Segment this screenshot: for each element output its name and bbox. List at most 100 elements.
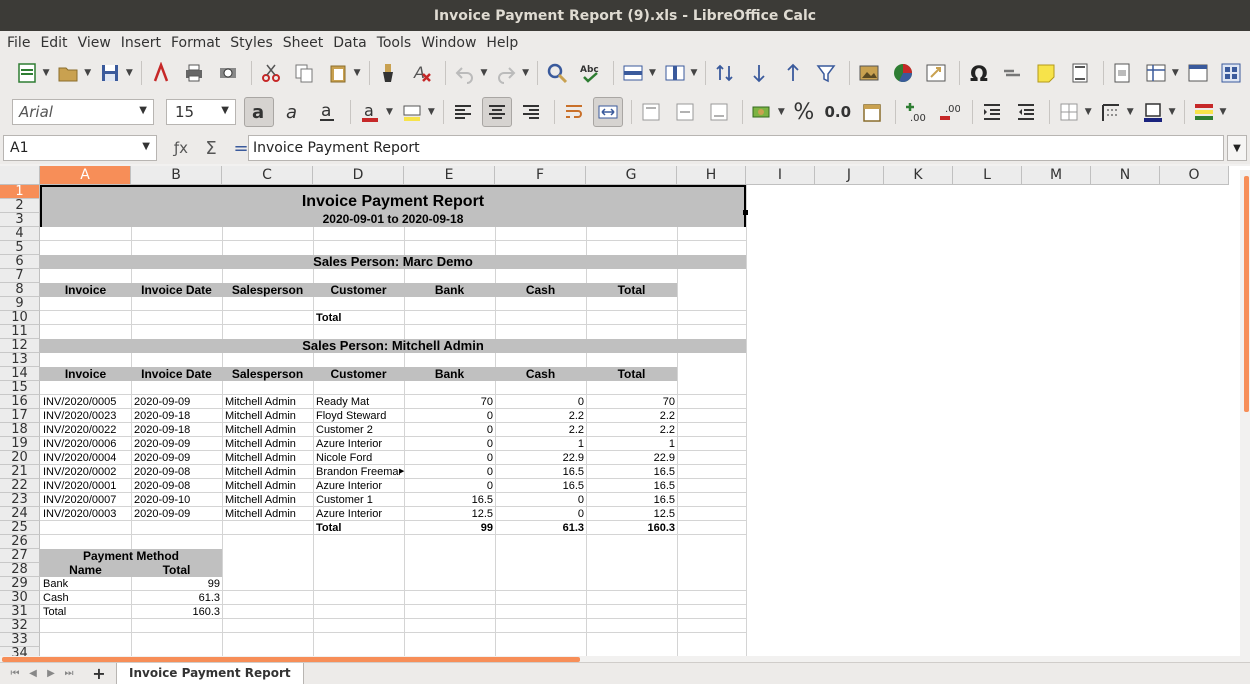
table-header[interactable]: Salesperson — [222, 282, 313, 298]
cash-cell[interactable]: 0 — [495, 507, 584, 521]
bank-cell[interactable]: 12.5 — [404, 507, 493, 521]
split-window-button[interactable] — [1183, 58, 1213, 88]
customer-cell[interactable]: Brandon Freeman — [316, 465, 400, 479]
row-header-12[interactable]: 12 — [0, 339, 40, 353]
row-header-7[interactable]: 7 — [0, 269, 40, 283]
salesperson-cell[interactable]: Mitchell Admin — [225, 409, 313, 423]
number-format-button[interactable]: 0.0 — [823, 97, 853, 127]
menu-styles[interactable]: Styles — [225, 35, 277, 51]
spelling-button[interactable]: Abc — [576, 58, 606, 88]
row-header-10[interactable]: 10 — [0, 311, 40, 325]
row-button[interactable] — [618, 58, 648, 88]
border-style-button[interactable] — [1096, 97, 1126, 127]
customer-cell[interactable]: Ready Mat — [316, 395, 404, 409]
invoice-cell[interactable]: INV/2020/0022 — [43, 423, 131, 437]
section2-total-bank[interactable]: 99 — [404, 521, 493, 535]
total-cell[interactable]: 12.5 — [586, 507, 675, 521]
previous-sheet-icon[interactable]: ◀ — [24, 668, 42, 679]
section-title-mitchell-admin[interactable]: Sales Person: Mitchell Admin — [40, 338, 746, 354]
align-left-button[interactable] — [448, 97, 478, 127]
insert-chart-button[interactable] — [888, 58, 918, 88]
section2-total-label[interactable]: Total — [316, 521, 404, 535]
first-sheet-icon[interactable]: ⏮ — [6, 668, 24, 679]
chevron-down-icon[interactable]: ▼ — [1220, 107, 1227, 117]
border-color-button[interactable] — [1138, 97, 1168, 127]
section-title-marc-demo[interactable]: Sales Person: Marc Demo — [40, 254, 746, 270]
undo-button[interactable] — [450, 58, 480, 88]
print-button[interactable] — [179, 58, 209, 88]
row-header-8[interactable]: 8 — [0, 283, 40, 297]
payment-method-title[interactable]: Payment Method — [40, 549, 222, 563]
font-name-box[interactable]: Arial ▼ — [12, 99, 154, 125]
row-header-18[interactable]: 18 — [0, 423, 40, 437]
section1-total-label[interactable]: Total — [316, 311, 404, 325]
table-header[interactable]: Bank — [404, 282, 495, 298]
insert-image-button[interactable] — [854, 58, 884, 88]
invoice-cell[interactable]: INV/2020/0002 — [43, 465, 131, 479]
cash-cell[interactable]: 2.2 — [495, 409, 584, 423]
payment-method-name-cell[interactable]: Bank — [43, 577, 131, 591]
chevron-down-icon[interactable]: ▼ — [1085, 107, 1092, 117]
cash-cell[interactable]: 0 — [495, 395, 584, 409]
expand-formula-bar-button[interactable]: ▼ — [1227, 135, 1247, 161]
row-header-34[interactable]: 34 — [0, 647, 40, 656]
salesperson-cell[interactable]: Mitchell Admin — [225, 465, 313, 479]
payment-method-name-cell[interactable]: Cash — [43, 591, 131, 605]
row-header-19[interactable]: 19 — [0, 437, 40, 451]
bank-cell[interactable]: 0 — [404, 423, 493, 437]
table-header[interactable]: Total — [586, 282, 677, 298]
align-top-button[interactable] — [636, 97, 666, 127]
row-header-29[interactable]: 29 — [0, 577, 40, 591]
last-sheet-icon[interactable]: ⏭ — [60, 668, 78, 679]
chevron-down-icon[interactable]: ▼ — [221, 105, 229, 116]
menu-insert[interactable]: Insert — [116, 35, 166, 51]
export-pdf-button[interactable] — [146, 58, 176, 88]
customer-cell[interactable]: Nicole Ford — [316, 451, 404, 465]
copy-button[interactable] — [289, 58, 319, 88]
select-all-corner[interactable] — [0, 166, 40, 185]
chevron-down-icon[interactable]: ▼ — [1172, 68, 1179, 78]
menu-format[interactable]: Format — [166, 35, 225, 51]
align-bottom-button[interactable] — [704, 97, 734, 127]
find-replace-button[interactable] — [542, 58, 572, 88]
function-wizard-icon[interactable]: ƒx — [169, 139, 193, 157]
chevron-down-icon[interactable]: ▼ — [354, 68, 361, 78]
add-sheet-icon[interactable]: + — [88, 664, 110, 683]
row-header-5[interactable]: 5 — [0, 241, 40, 255]
chevron-down-icon[interactable]: ▼ — [522, 68, 529, 78]
column-header-k[interactable]: K — [884, 166, 953, 185]
highlight-color-button[interactable] — [397, 97, 427, 127]
table-header[interactable]: Cash — [495, 366, 586, 382]
menu-view[interactable]: View — [73, 35, 116, 51]
table-header[interactable]: Invoice Date — [131, 282, 222, 298]
salesperson-cell[interactable]: Mitchell Admin — [225, 507, 313, 521]
print-preview-button[interactable] — [213, 58, 243, 88]
clone-formatting-button[interactable] — [374, 58, 404, 88]
payment-method-total-cell[interactable]: 160.3 — [131, 605, 220, 619]
chevron-down-icon[interactable]: ▼ — [691, 68, 698, 78]
font-size-box[interactable]: 15 ▼ — [166, 99, 236, 125]
row-header-3[interactable]: 3 — [0, 213, 40, 227]
customer-cell[interactable]: Floyd Steward — [316, 409, 404, 423]
invoice-cell[interactable]: INV/2020/0004 — [43, 451, 131, 465]
invoice-cell[interactable]: INV/2020/0006 — [43, 437, 131, 451]
row-header-14[interactable]: 14 — [0, 367, 40, 381]
total-cell[interactable]: 16.5 — [586, 493, 675, 507]
column-header-n[interactable]: N — [1091, 166, 1160, 185]
chevron-down-icon[interactable]: ▼ — [386, 107, 393, 117]
invoice-cell[interactable]: INV/2020/0003 — [43, 507, 131, 521]
row-header-23[interactable]: 23 — [0, 493, 40, 507]
sort-button[interactable] — [710, 58, 740, 88]
column-header-j[interactable]: J — [815, 166, 884, 185]
sheet-tab-invoice-payment-report[interactable]: Invoice Payment Report — [116, 662, 304, 684]
column-header-b[interactable]: B — [131, 166, 222, 185]
add-decimal-button[interactable]: .00 — [900, 97, 930, 127]
table-header[interactable]: Customer — [313, 366, 404, 382]
chevron-down-icon[interactable]: ▼ — [1169, 107, 1176, 117]
sort-ascending-button[interactable] — [778, 58, 808, 88]
total-cell[interactable]: 16.5 — [586, 479, 675, 493]
borders-button[interactable] — [1054, 97, 1084, 127]
center-vertically-button[interactable] — [670, 97, 700, 127]
vertical-scrollbar-thumb[interactable] — [1244, 176, 1249, 412]
menu-sheet[interactable]: Sheet — [278, 35, 328, 51]
